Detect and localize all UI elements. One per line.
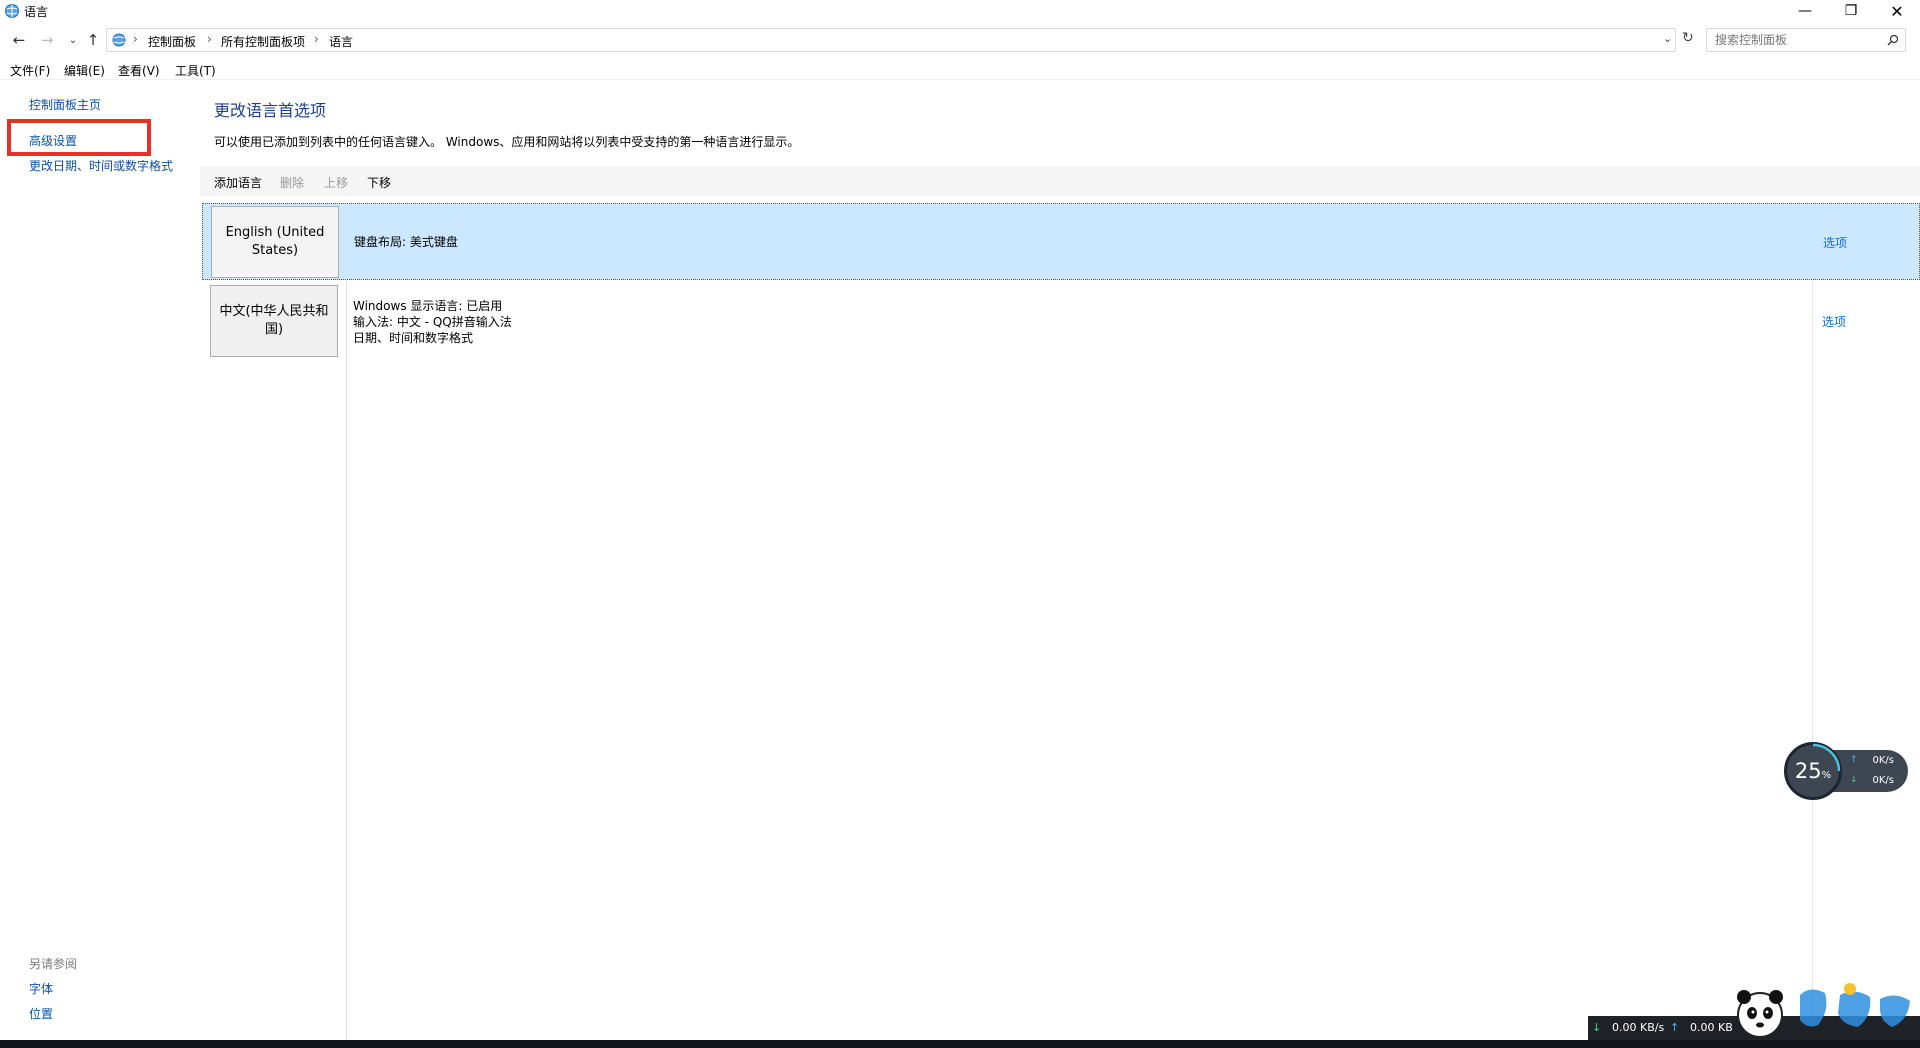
menu-tools[interactable]: 工具(T)	[175, 62, 216, 79]
sidebar-link-date-time-format[interactable]: 更改日期、时间或数字格式	[29, 157, 173, 174]
move-up-button[interactable]: 上移	[324, 174, 348, 191]
menu-bar: 文件(F) 编辑(E) 查看(V) 工具(T)	[0, 58, 1920, 80]
control-panel-icon	[112, 33, 126, 47]
download-arrow-icon: ↓	[1592, 1021, 1602, 1034]
language-name-button[interactable]: English (United States)	[211, 206, 339, 278]
address-bar[interactable]: › 控制面板 › 所有控制面板项 › 语言 ⌄ ↻	[106, 28, 1694, 52]
up-button[interactable]: ↑	[82, 30, 104, 50]
language-name-button[interactable]: 中文(中华人民共和国)	[210, 285, 338, 357]
language-detail: 输入法: 中文 - QQ拼音输入法	[353, 315, 512, 329]
restore-button[interactable]: ❐	[1828, 0, 1874, 22]
language-options-link[interactable]: 选项	[1822, 313, 1846, 330]
minimize-button[interactable]: —	[1782, 0, 1828, 22]
download-arrow-icon: ↓	[1850, 775, 1858, 785]
breadcrumb-separator[interactable]: ›	[314, 32, 319, 46]
language-list: English (United States) 键盘布局: 美式键盘 选项 中文…	[202, 203, 1920, 1043]
search-icon[interactable]	[1887, 34, 1899, 46]
breadcrumb-language[interactable]: 语言	[329, 33, 353, 50]
see-also-heading: 另请参阅	[29, 957, 78, 971]
breadcrumb-separator: ›	[133, 32, 138, 46]
recent-locations-dropdown[interactable]: ⌄	[62, 30, 84, 50]
net-download-speed: 0.00 KB/s	[1612, 1021, 1665, 1034]
add-language-button[interactable]: 添加语言	[214, 174, 262, 191]
language-detail: 键盘布局: 美式键盘	[354, 235, 458, 249]
search-box[interactable]	[1706, 28, 1906, 52]
window-title: 语言	[24, 5, 49, 19]
menu-file[interactable]: 文件(F)	[10, 62, 50, 79]
page-description: 可以使用已添加到列表中的任何语言键入。 Windows、应用和网站将以列表中受支…	[214, 135, 800, 149]
language-toolbar: 添加语言 删除 上移 下移	[200, 166, 1920, 196]
breadcrumb-all-items[interactable]: 所有控制面板项	[221, 33, 305, 50]
close-button[interactable]: ✕	[1874, 0, 1920, 22]
network-speed-widget[interactable]: ↑ 0K/s ↓ 0K/s 25 %	[1784, 742, 1908, 800]
sidebar-link-control-panel-home[interactable]: 控制面板主页	[29, 96, 101, 113]
language-detail: Windows 显示语言: 已启用	[353, 299, 503, 313]
highlight-box	[7, 119, 151, 156]
upload-speed: 0K/s	[1872, 755, 1895, 766]
search-input[interactable]	[1715, 30, 1875, 50]
move-down-button[interactable]: 下移	[367, 174, 391, 191]
navigation-bar: ← → ⌄ ↑ › 控制面板 › 所有控制面板项 › 语言 ⌄ ↻	[0, 26, 1920, 54]
gauge-arc-icon	[1812, 743, 1841, 772]
net-upload-speed: 0.00 KB	[1690, 1021, 1733, 1034]
address-dropdown-icon[interactable]: ⌄	[1663, 32, 1672, 45]
see-also-link-fonts[interactable]: 字体	[29, 980, 53, 997]
remove-button[interactable]: 删除	[280, 174, 304, 191]
language-app-icon	[5, 4, 19, 18]
watermark-logo	[1737, 983, 1910, 1038]
title-bar: 语言 — ❐ ✕	[0, 0, 1920, 22]
download-speed: 0K/s	[1872, 775, 1895, 786]
language-row[interactable]: English (United States) 键盘布局: 美式键盘 选项	[202, 203, 1920, 280]
refresh-icon[interactable]: ↻	[1682, 30, 1694, 46]
language-options-link[interactable]: 选项	[1823, 234, 1847, 251]
breadcrumb-separator[interactable]: ›	[207, 32, 212, 46]
upload-arrow-icon: ↑	[1850, 755, 1858, 765]
back-button[interactable]: ←	[8, 30, 30, 50]
menu-edit[interactable]: 编辑(E)	[64, 62, 105, 79]
see-also-link-location[interactable]: 位置	[29, 1005, 53, 1022]
breadcrumb-control-panel[interactable]: 控制面板	[148, 33, 196, 50]
language-row[interactable]: 中文(中华人民共和国) Windows 显示语言: 已启用 输入法: 中文 - …	[202, 283, 1920, 363]
taskbar	[0, 1040, 1920, 1048]
menu-view[interactable]: 查看(V)	[118, 62, 160, 79]
forward-button[interactable]: →	[36, 30, 58, 50]
language-detail: 日期、时间和数字格式	[353, 331, 474, 345]
upload-arrow-icon: ↑	[1670, 1021, 1680, 1034]
page-title: 更改语言首选项	[214, 101, 327, 120]
